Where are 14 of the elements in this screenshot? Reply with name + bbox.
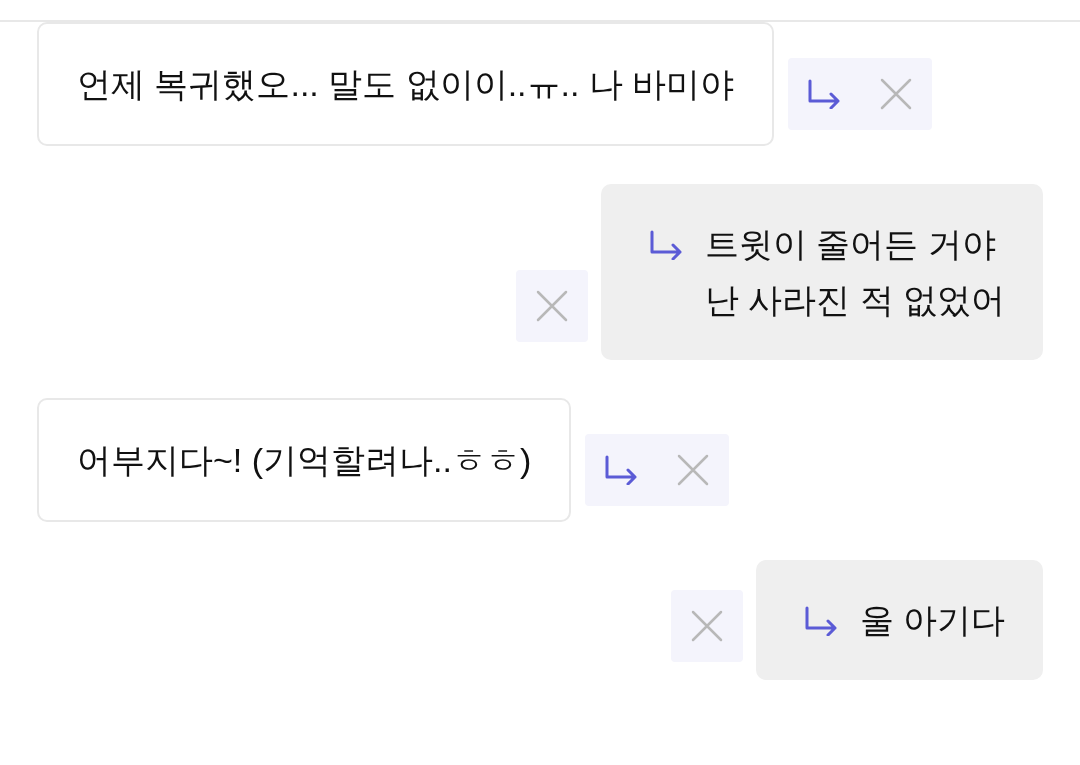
reply-arrow-icon [648,230,683,260]
close-button[interactable] [515,270,588,342]
close-button[interactable] [670,590,743,662]
reply-arrow-icon [803,606,838,636]
close-icon [535,290,568,322]
message-text: 울 아기다 [859,600,1005,641]
message-bubble: 언제 복귀했오... 말도 없이이..ㅠ.. 나 바미야 [37,22,775,146]
reply-arrow-icon [807,79,842,109]
message-text: 트윗이 줄어든 거야 난 사라진 적 없었어 [704,224,1005,321]
reply-arrow-icon [604,455,639,485]
close-icon [880,78,913,110]
close-icon [690,610,723,642]
message-bubble: 어부지다~! (기억할려나..ㅎㅎ) [37,398,572,522]
close-icon [677,454,710,486]
